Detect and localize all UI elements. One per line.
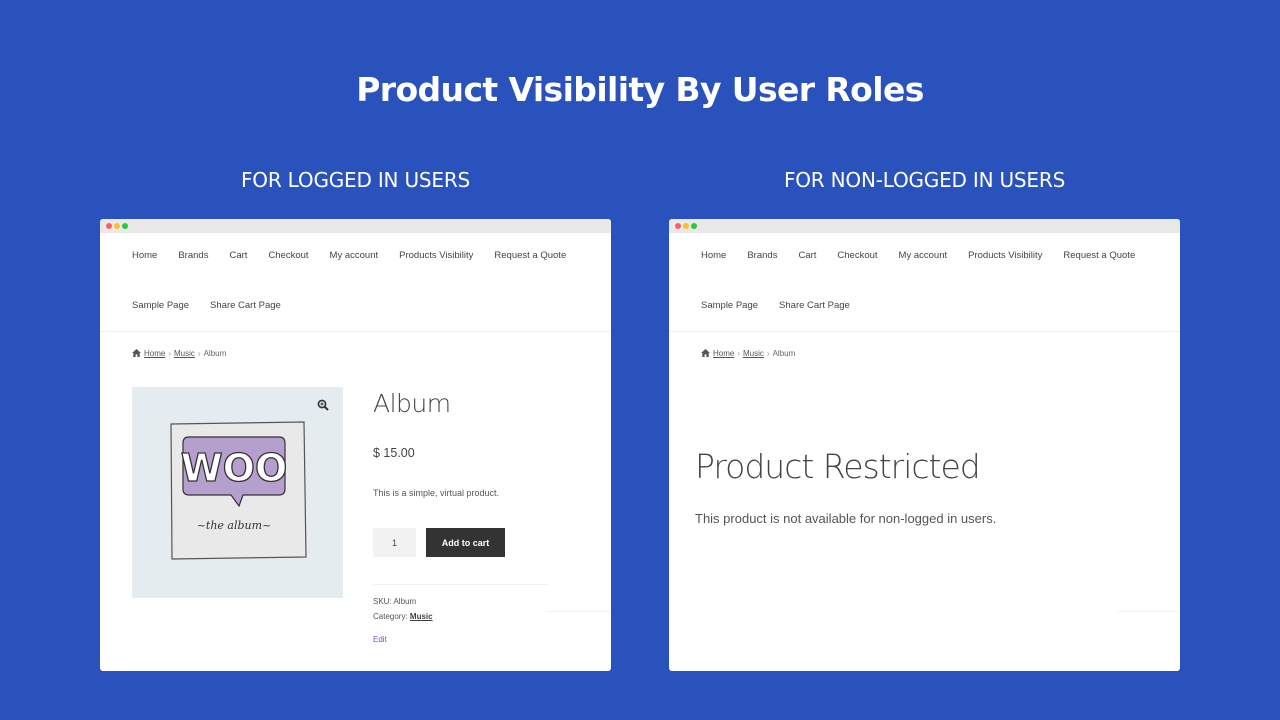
- logged-in-browser-window: Home Brands Cart Checkout My account Products…: [100, 219, 611, 671]
- minimize-window-dot[interactable]: [114, 223, 120, 229]
- restricted-message: This product is not available for non-lo…: [695, 511, 997, 526]
- maximize-window-dot[interactable]: [691, 223, 697, 229]
- nav-products-visibility[interactable]: Products Visibility: [968, 250, 1042, 261]
- page-title: Product Visibility By User Roles: [356, 70, 924, 109]
- breadcrumb-home-link[interactable]: Home: [144, 349, 165, 358]
- product-price: $ 15.00: [373, 446, 415, 460]
- album-art-logo: WOO: [181, 446, 288, 490]
- breadcrumb: Home › Music › Album: [132, 349, 226, 358]
- edit-link[interactable]: Edit: [373, 635, 387, 644]
- add-to-cart-button[interactable]: Add to cart: [426, 528, 505, 557]
- nav-my-account[interactable]: My account: [899, 250, 948, 261]
- non-logged-in-browser-window: Home Brands Cart Checkout My account Products…: [669, 219, 1180, 671]
- album-art-caption: ~the album~: [197, 519, 272, 532]
- nav-sample-page[interactable]: Sample Page: [132, 300, 189, 311]
- nav-brands[interactable]: Brands: [747, 250, 777, 261]
- breadcrumb-current: Album: [203, 349, 227, 358]
- breadcrumb-current: Album: [772, 349, 796, 358]
- nav-share-cart-page[interactable]: Share Cart Page: [210, 300, 281, 311]
- nav-home[interactable]: Home: [132, 250, 157, 261]
- nav-share-cart-page[interactable]: Share Cart Page: [779, 300, 850, 311]
- breadcrumb-music-link[interactable]: Music: [174, 349, 195, 358]
- nav-brands[interactable]: Brands: [178, 250, 208, 261]
- category-music-link[interactable]: Music: [410, 612, 433, 621]
- nav-checkout[interactable]: Checkout: [268, 250, 308, 261]
- divider: [1116, 611, 1180, 612]
- home-icon: [132, 349, 141, 357]
- breadcrumb-music-link[interactable]: Music: [743, 349, 764, 358]
- nav-cart[interactable]: Cart: [798, 250, 816, 261]
- album-art: WOO ~the album~: [170, 421, 307, 560]
- window-titlebar: [669, 219, 1180, 233]
- nav-sample-page[interactable]: Sample Page: [701, 300, 758, 311]
- maximize-window-dot[interactable]: [122, 223, 128, 229]
- breadcrumb-home-link[interactable]: Home: [713, 349, 734, 358]
- minimize-window-dot[interactable]: [683, 223, 689, 229]
- category-label: Category:: [373, 612, 408, 621]
- close-window-dot[interactable]: [675, 223, 681, 229]
- zoom-icon[interactable]: [317, 399, 329, 411]
- logged-in-heading: FOR LOGGED IN USERS: [240, 168, 471, 192]
- product-sku: SKU: Album: [373, 597, 417, 606]
- nav-request-quote[interactable]: Request a Quote: [494, 250, 566, 261]
- close-window-dot[interactable]: [106, 223, 112, 229]
- divider: [547, 611, 611, 612]
- breadcrumb: Home › Music › Album: [701, 349, 795, 358]
- nav-cart[interactable]: Cart: [229, 250, 247, 261]
- divider: [373, 584, 548, 585]
- nav-my-account[interactable]: My account: [330, 250, 379, 261]
- product-title: Album: [373, 389, 451, 418]
- nav-products-visibility[interactable]: Products Visibility: [399, 250, 473, 261]
- nav-request-quote[interactable]: Request a Quote: [1063, 250, 1135, 261]
- quantity-input[interactable]: [373, 528, 416, 557]
- product-description: This is a simple, virtual product.: [373, 488, 500, 498]
- primary-navigation: Home Brands Cart Checkout My account Products…: [100, 233, 611, 332]
- nav-home[interactable]: Home: [701, 250, 726, 261]
- product-image[interactable]: WOO ~the album~: [132, 387, 343, 598]
- restricted-title: Product Restricted: [695, 447, 981, 486]
- product-category: Category: Music: [373, 612, 433, 621]
- window-titlebar: [100, 219, 611, 233]
- non-logged-in-heading: FOR NON-LOGGED IN USERS: [783, 168, 1066, 192]
- home-icon: [701, 349, 710, 357]
- primary-navigation: Home Brands Cart Checkout My account Products…: [669, 233, 1180, 332]
- nav-checkout[interactable]: Checkout: [837, 250, 877, 261]
